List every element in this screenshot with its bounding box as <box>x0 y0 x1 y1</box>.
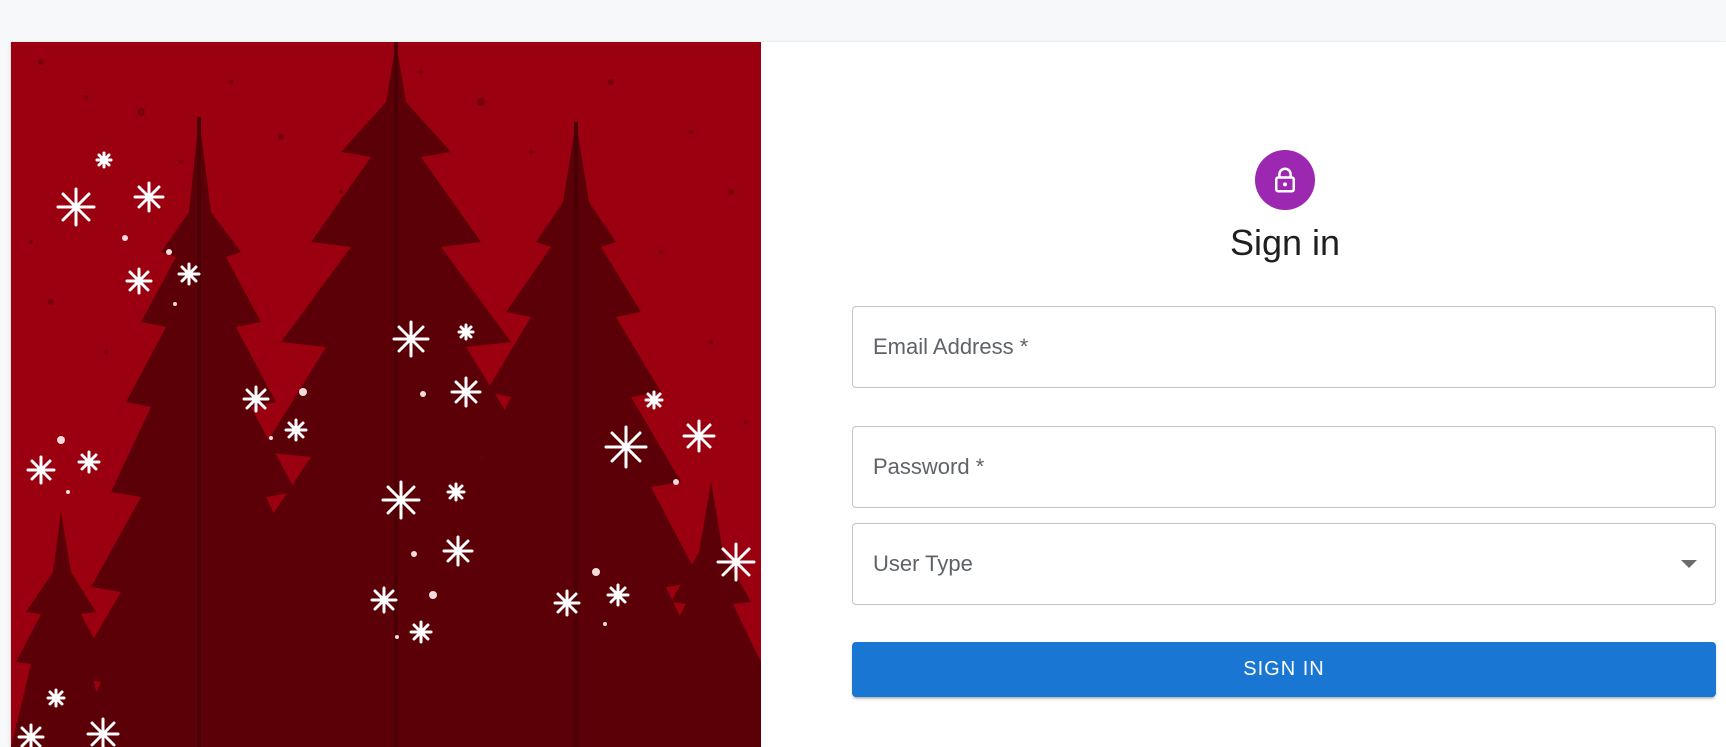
holiday-illustration <box>11 42 761 747</box>
user-type-select[interactable]: User Type <box>852 523 1716 605</box>
lock-icon <box>1275 167 1295 193</box>
sign-in-button[interactable]: SIGN IN <box>852 642 1716 697</box>
password-field[interactable]: Password * <box>852 426 1716 508</box>
email-field[interactable]: Email Address * <box>852 306 1716 388</box>
top-bar <box>0 0 1726 42</box>
lock-avatar <box>1255 150 1315 210</box>
login-card: Sign in Email Address * Password * User … <box>11 42 1726 747</box>
chevron-down-icon[interactable] <box>1681 560 1697 568</box>
password-input[interactable] <box>853 427 1715 507</box>
page-title: Sign in <box>1229 222 1341 263</box>
user-type-label: User Type <box>873 551 973 576</box>
sign-in-form: Sign in Email Address * Password * User … <box>761 42 1726 747</box>
email-input[interactable] <box>853 307 1715 387</box>
